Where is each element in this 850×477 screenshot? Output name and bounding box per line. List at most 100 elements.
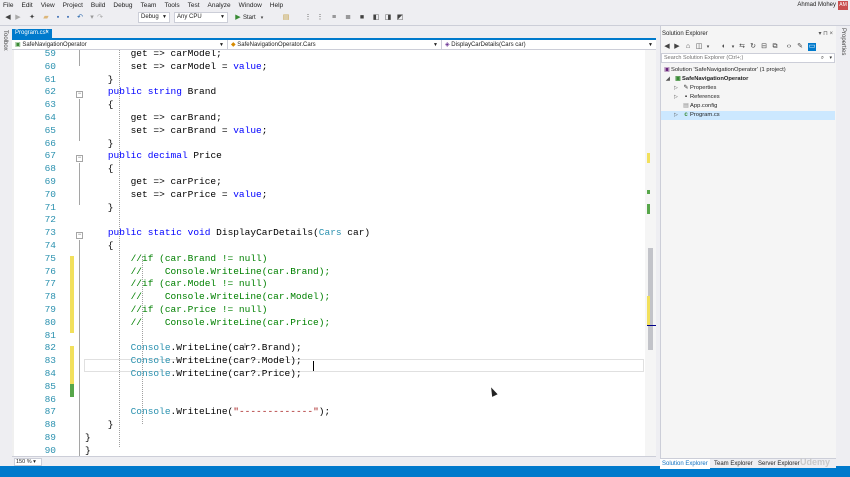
collapse-icon[interactable]: − — [76, 155, 83, 162]
code-line[interactable]: public string Brand — [85, 86, 216, 99]
code-line[interactable]: set => carPrice = value; — [85, 189, 268, 202]
code-line[interactable]: Console.WriteLine(car?.Brand); — [85, 342, 302, 355]
code-line[interactable]: get => carPrice; — [85, 176, 222, 189]
menu-team[interactable]: Team — [138, 0, 162, 9]
code-line[interactable]: //if (car.Price != null) — [85, 304, 268, 317]
toolbox-tab[interactable]: Toolbox — [2, 30, 8, 51]
properties-icon[interactable]: ✎ — [796, 43, 804, 51]
code-line[interactable]: public decimal Price — [85, 150, 222, 163]
pending-changes-icon[interactable]: ◐ — [720, 43, 728, 51]
format-icon[interactable]: ⋮ — [304, 14, 312, 22]
user-name[interactable]: Ahmad Mohey — [797, 2, 836, 8]
menu-window[interactable]: Window — [236, 0, 267, 9]
tree-item-solution[interactable]: ▣Solution 'SafeNavigationOperator' (1 pr… — [663, 66, 786, 75]
menu-analyze[interactable]: Analyze — [205, 0, 236, 9]
code-line[interactable]: get => carBrand; — [85, 112, 222, 125]
document-tab[interactable]: Program.cs* × — [12, 29, 52, 38]
redo-icon[interactable]: ↷ — [96, 14, 104, 22]
open-folder-icon[interactable]: ▰ — [42, 14, 50, 22]
code-line[interactable]: // Console.WriteLine(car.Model); — [85, 291, 331, 304]
forward-icon[interactable]: ▶ — [14, 14, 22, 22]
properties-tab[interactable]: Properties — [840, 28, 846, 55]
save-icon[interactable]: ▪ — [54, 14, 62, 22]
configuration-select[interactable]: Debug ▼ — [138, 12, 170, 23]
pane-controls[interactable]: ▾ ⊓ × — [818, 29, 833, 39]
start-icon[interactable]: ▶ — [234, 14, 242, 22]
tree-item-project[interactable]: ◢ ▣SafeNavigationOperator — [666, 75, 748, 84]
code-line[interactable]: get => carModel; — [85, 50, 222, 61]
code-editor[interactable]: 59 60 61 62 63 64 65 66 67 68 69 70 71 72 73 74 75 76 77 78… — [12, 50, 656, 456]
solution-explorer-search[interactable]: Search Solution Explorer (Ctrl+;) ⌕ ▾ — [661, 53, 835, 63]
tree-item-program-cs[interactable]: ▷ c Program.cs — [674, 111, 720, 120]
comment-icon[interactable]: ≡ — [330, 14, 338, 22]
dropdown-icon[interactable]: ▾ — [88, 14, 96, 22]
project-dropdown[interactable]: ▣ SafeNavigationOperator ▼ — [12, 40, 228, 50]
collapsed-arrow-icon[interactable]: ▷ — [674, 84, 682, 93]
close-icon[interactable]: × — [45, 29, 49, 38]
code-line[interactable]: Console.WriteLine(car?.Model); — [85, 355, 302, 368]
undo-icon[interactable]: ↶ — [76, 14, 84, 22]
code-line[interactable]: set => carModel = value; — [85, 61, 268, 74]
menu-file[interactable]: File — [0, 0, 18, 9]
show-all-files-icon[interactable]: ⧉ — [771, 43, 779, 51]
new-project-icon[interactable]: ✦ — [28, 14, 36, 22]
code-line[interactable]: // Console.WriteLine(car.Price); — [85, 317, 331, 330]
tree-item-app-config[interactable]: ▤App.config — [682, 102, 717, 111]
code-line[interactable]: set => carBrand = value; — [85, 125, 268, 138]
back-icon[interactable]: ◀ — [663, 43, 671, 51]
home-icon[interactable]: ⌂ — [684, 43, 692, 51]
bookmark-clear-icon[interactable]: ◩ — [396, 14, 404, 22]
sync-icon[interactable]: ⇆ — [738, 43, 746, 51]
preview-icon[interactable]: ▭ — [808, 43, 816, 51]
bookmark-toggle-icon[interactable]: ■ — [358, 14, 366, 22]
menu-help[interactable]: Help — [267, 0, 288, 9]
code-line[interactable]: Console.WriteLine(car?.Price); — [85, 368, 302, 381]
collapse-icon[interactable]: − — [76, 91, 83, 98]
tab-team-explorer[interactable]: Team Explorer — [712, 459, 755, 469]
dropdown-icon[interactable]: ▾ — [704, 43, 712, 51]
back-icon[interactable]: ◀ — [4, 14, 12, 22]
tab-server-explorer[interactable]: Server Explorer — [756, 459, 802, 469]
code-line[interactable]: } — [85, 74, 114, 87]
start-button[interactable]: Start — [243, 13, 256, 23]
collapse-all-icon[interactable]: ⊟ — [760, 43, 768, 51]
uncomment-icon[interactable]: ≣ — [344, 14, 352, 22]
code-line[interactable]: { — [85, 163, 114, 176]
save-all-icon[interactable]: ▪ — [64, 14, 72, 22]
menu-build[interactable]: Build — [88, 0, 110, 9]
menu-test[interactable]: Test — [185, 0, 205, 9]
class-dropdown[interactable]: ◆ SafeNavigationOperator.Cars ▼ — [228, 40, 442, 50]
member-dropdown[interactable]: ◈ DisplayCarDetails(Cars car) ▼ — [442, 40, 656, 50]
code-line[interactable]: { — [85, 240, 114, 253]
start-dropdown-icon[interactable]: ▾ — [258, 14, 266, 22]
chevron-down-icon[interactable]: ▾ — [829, 54, 832, 62]
code-line[interactable]: } — [85, 202, 114, 215]
switch-views-icon[interactable]: ◫ — [695, 43, 703, 51]
bookmark-next-icon[interactable]: ◨ — [384, 14, 392, 22]
collapsed-arrow-icon[interactable]: ▷ — [674, 93, 682, 102]
refresh-icon[interactable]: ↻ — [749, 43, 757, 51]
tree-item-properties[interactable]: ▷ ✎Properties — [674, 84, 716, 93]
code-line[interactable]: { — [85, 99, 114, 112]
view-code-icon[interactable]: ‹› — [785, 43, 793, 51]
bookmark-prev-icon[interactable]: ◧ — [372, 14, 380, 22]
code-line[interactable]: public static void DisplayCarDetails(Car… — [85, 227, 370, 240]
code-line[interactable]: } — [85, 138, 114, 151]
platform-select[interactable]: Any CPU ▼ — [174, 12, 228, 23]
menu-view[interactable]: View — [38, 0, 60, 9]
code-line[interactable]: // Console.WriteLine(car.Brand); — [85, 266, 331, 279]
menu-debug[interactable]: Debug — [110, 0, 137, 9]
collapse-icon[interactable]: − — [76, 232, 83, 239]
tab-solution-explorer[interactable]: Solution Explorer — [660, 459, 710, 469]
forward-icon[interactable]: ▶ — [673, 43, 681, 51]
expanded-arrow-icon[interactable]: ◢ — [666, 75, 674, 84]
code-line[interactable]: } — [85, 445, 91, 456]
code-line[interactable]: } — [85, 419, 114, 432]
code-line[interactable]: Console.WriteLine("-------------"); — [85, 406, 331, 419]
code-line[interactable]: //if (car.Brand != null) — [85, 253, 268, 266]
tree-item-references[interactable]: ▷ ▪ References — [674, 93, 720, 102]
code-line[interactable]: //if (car.Model != null) — [85, 278, 268, 291]
dropdown-icon[interactable]: ▾ — [729, 43, 737, 51]
collapsed-arrow-icon[interactable]: ▷ — [674, 111, 682, 120]
format2-icon[interactable]: ⋮ — [316, 14, 324, 22]
